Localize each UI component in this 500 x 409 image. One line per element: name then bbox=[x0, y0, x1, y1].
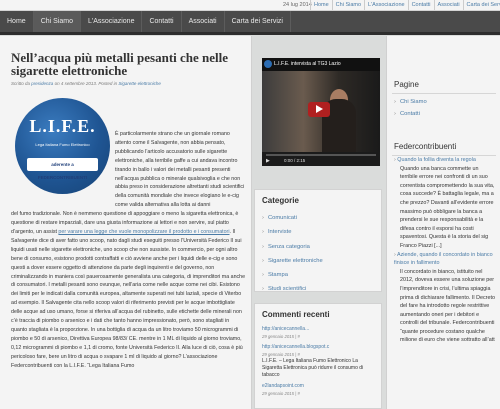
comment-date: 29 gennaio 2015 | # bbox=[262, 352, 300, 357]
article: Nell’acqua più metalli pesanti che nelle… bbox=[0, 36, 252, 409]
play-button-icon[interactable] bbox=[308, 102, 330, 117]
meta-author-link[interactable]: presidenza bbox=[31, 81, 53, 86]
article-intro: È particolarmente strano che un giornale… bbox=[115, 131, 245, 209]
video-time: 0:00 / 2:15 bbox=[284, 158, 306, 163]
categorie-list: Comunicati Interviste Senza categoria Si… bbox=[262, 211, 323, 297]
categorie-widget: Categorie Comunicati Interviste Senza ca… bbox=[254, 189, 382, 292]
nav-item-chi-siamo[interactable]: Chi Siamo bbox=[33, 11, 81, 32]
right-sidebar: Pagine Chi Siamo Contatti Federcontribue… bbox=[386, 36, 500, 409]
comment-author[interactable]: http://anicecannella... bbox=[262, 326, 370, 333]
meta-mid: on 4 settembre 2013. Posted in bbox=[54, 81, 118, 86]
nav-item-associati[interactable]: Associati bbox=[182, 11, 225, 32]
toplink-carta-servizi[interactable]: Carta dei Servizi bbox=[462, 0, 500, 10]
video-title[interactable]: L.I.F.E. intervista al TG3 Lazio bbox=[262, 58, 380, 71]
feed-headline[interactable]: Quando la follia diventa la regola bbox=[394, 156, 497, 165]
commenti-widget: Commenti recenti http://anicecannella...… bbox=[254, 303, 382, 409]
category-item[interactable]: Stampa bbox=[262, 268, 323, 282]
article-title[interactable]: Nell’acqua più metalli pesanti che nelle… bbox=[11, 51, 246, 77]
category-item[interactable]: Studi scientifici bbox=[262, 282, 323, 296]
feed-headline[interactable]: Aziende, quando il concordato in bianco … bbox=[394, 251, 497, 268]
video-controls: ▶ 0:00 / 2:15 bbox=[262, 152, 380, 166]
comment-text: L.I.F.E. – Lega Italiana Fumo Elettronic… bbox=[262, 358, 364, 378]
nav-item-contatti[interactable]: Contatti bbox=[142, 11, 182, 32]
nav-item-carta-servizi[interactable]: Carta dei Servizi bbox=[225, 11, 291, 32]
comments-list: http://anicecannella... 29 gennaio 2015 … bbox=[262, 326, 370, 401]
categorie-title: Categorie bbox=[262, 196, 299, 205]
comment-author[interactable]: e2landapsoint.com bbox=[262, 383, 370, 390]
category-item[interactable]: Interviste bbox=[262, 225, 323, 239]
category-item[interactable]: Comunicati bbox=[262, 211, 323, 225]
toplink-home[interactable]: Home bbox=[310, 0, 332, 10]
page-link-chi-siamo[interactable]: Chi Siamo bbox=[394, 96, 427, 108]
divider bbox=[392, 93, 496, 94]
pagine-title: Pagine bbox=[394, 80, 419, 89]
play-control-icon[interactable]: ▶ bbox=[266, 158, 270, 164]
meta-prefix: Scritto da bbox=[11, 81, 31, 86]
top-bar: 24 lug 2014 Home Chi Siamo L'Associazion… bbox=[0, 0, 500, 11]
comment-date: 29 gennaio 2015 | # bbox=[262, 334, 300, 339]
article-paragraph: del fumo tradizionale. Non è nemmeno que… bbox=[11, 210, 246, 370]
pagine-list: Chi Siamo Contatti bbox=[394, 96, 427, 120]
category-item[interactable]: Senza categoria bbox=[262, 240, 323, 254]
comment-author[interactable]: http://anicecannella.blogspot.c bbox=[262, 344, 370, 351]
toplink-associazione[interactable]: L'Associazione bbox=[364, 0, 408, 10]
article-body: È particolarmente strano che un giornale… bbox=[11, 130, 246, 370]
meta-category-link[interactable]: Sigarette elettroniche bbox=[118, 81, 161, 86]
nav-item-home[interactable]: Home bbox=[0, 11, 34, 32]
toplink-chi-siamo[interactable]: Chi Siamo bbox=[331, 0, 364, 10]
main-nav: Home Chi Siamo L'Associazione Contatti A… bbox=[0, 11, 500, 35]
comment-date: 29 gennaio 2015 | # bbox=[262, 391, 300, 396]
nav-item-associazione[interactable]: L'Associazione bbox=[81, 11, 143, 32]
comment-item: http://anicecannella.blogspot.c 29 genna… bbox=[262, 344, 370, 379]
comment-item: http://anicecannella... 29 gennaio 2015 … bbox=[262, 326, 370, 340]
federcontribuenti-title: Federcontribuenti bbox=[394, 142, 457, 151]
video-player[interactable]: L.I.F.E. intervista al TG3 Lazio ▶ 0:00 … bbox=[262, 58, 380, 166]
category-item[interactable]: Sigarette elettroniche bbox=[262, 254, 323, 268]
article-meta: Scritto da presidenza on 4 settembre 201… bbox=[11, 81, 246, 86]
top-links: Home Chi Siamo L'Associazione Contatti A… bbox=[310, 0, 500, 10]
article-inline-link[interactable]: per varare una legge che vuole monopoliz… bbox=[58, 229, 229, 235]
commenti-title: Commenti recenti bbox=[262, 310, 330, 319]
comment-item: e2landapsoint.com 29 gennaio 2015 | # bbox=[262, 383, 370, 397]
toplink-associati[interactable]: Associati bbox=[433, 0, 463, 10]
feed-excerpt: Il concordato in bianco, istituito nel 2… bbox=[400, 268, 495, 344]
toplink-contatti[interactable]: Contatti bbox=[407, 0, 434, 10]
channel-logo-icon bbox=[264, 60, 272, 68]
page-link-contatti[interactable]: Contatti bbox=[394, 108, 427, 120]
video-progress-bar[interactable] bbox=[266, 154, 376, 156]
article-text-2: . Il Salvagente dice di aver fatto uno s… bbox=[11, 228, 246, 369]
federcontribuenti-feed: Quando la follia diventa la regola Quand… bbox=[394, 156, 497, 345]
feed-excerpt: Quando una banca commette un terribile e… bbox=[400, 165, 495, 249]
current-date: 24 lug 2014 bbox=[283, 2, 312, 8]
